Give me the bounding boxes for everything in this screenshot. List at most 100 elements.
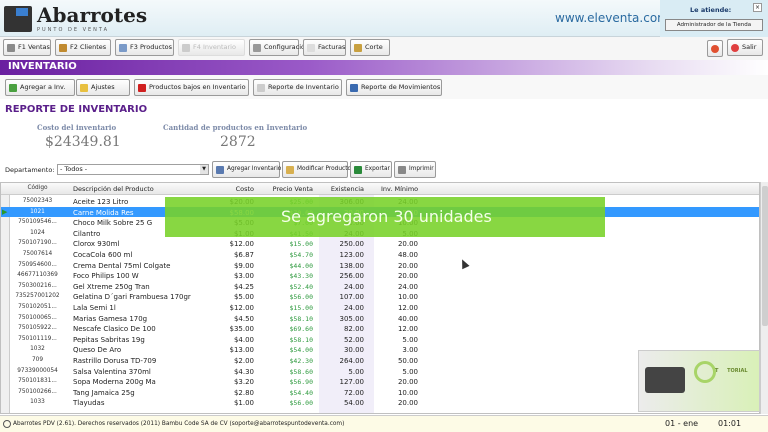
cell-desc: Aceite 123 Litro <box>73 198 129 206</box>
action-button-1[interactable]: Ajustes <box>76 79 130 96</box>
nav-label: F1 Ventas <box>18 43 50 51</box>
cell-ex: 138.00 <box>339 261 365 270</box>
report-button-modificar-producto[interactable]: Modificar Producto <box>282 161 351 178</box>
cell-price: $56.00 <box>289 399 313 408</box>
cell-price: $54.70 <box>289 251 313 259</box>
cell-min: 20.00 <box>397 261 418 270</box>
cell-cost: $2.80 <box>233 388 254 397</box>
nav-button-f1-ventas[interactable]: F1 Ventas <box>3 39 51 56</box>
cell-cost: $35.00 <box>229 325 255 334</box>
chevron-down-icon[interactable]: ▼ <box>200 165 208 174</box>
cell-price: $44.00 <box>289 261 313 270</box>
cell-min: 48.00 <box>397 251 418 259</box>
help-button[interactable] <box>707 40 723 57</box>
cell-ex: 264.00 <box>339 357 365 365</box>
cell-price: $58.60 <box>289 367 313 376</box>
nav-label: F4 Inventario <box>193 43 236 51</box>
table-row[interactable]: 735257001202 Gelatina D´gari Frambuesa 17… <box>1 291 759 302</box>
col-header-existence[interactable]: Existencia <box>319 185 364 193</box>
scrollbar-thumb[interactable] <box>762 186 768 326</box>
action-button-0[interactable]: Agregar a Inv. <box>5 79 75 96</box>
cost-label: Costo del inventario <box>37 123 117 132</box>
close-icon[interactable]: × <box>753 3 762 12</box>
table-row[interactable]: 46677110369 Foco Philips 100 W $3.00 $43.30… <box>1 270 759 281</box>
cell-desc: Gelatina D´gari Frambuesa 170gr <box>73 293 191 302</box>
table-row[interactable]: 750102051... Lala Semi 1l $12.00 $15.00 24.0… <box>1 302 759 313</box>
app-name: Abarrotes <box>37 3 148 27</box>
table-row[interactable]: 75007614 CocaCola 600 ml $6.87 $54.70 123.00… <box>1 249 759 260</box>
cell-ex: 256.00 <box>339 272 365 281</box>
report-button-agregar-inventario[interactable]: Agregar Inventario <box>212 161 282 178</box>
cell-code: 750109546... <box>18 219 57 226</box>
report-button-imprimir[interactable]: Imprimir <box>394 161 436 178</box>
cell-cost: $3.00 <box>233 272 254 281</box>
cell-ex: 72.00 <box>343 388 364 397</box>
website-link[interactable]: www.eleventa.com <box>555 11 669 25</box>
department-select[interactable]: - Todos - ▼ <box>57 164 209 175</box>
cell-code: 750300216... <box>18 282 57 289</box>
watermark-label: TORIAL <box>727 368 748 374</box>
cell-cost: $13.00 <box>229 346 255 355</box>
main-nav: F1 Ventas F2 Clientes F3 Productos F4 Inven… <box>0 37 768 60</box>
cell-code: 750107190... <box>18 240 57 247</box>
cell-ex: 250.00 <box>339 240 365 249</box>
section-title: INVENTARIO <box>8 61 77 72</box>
action-icon <box>80 84 88 92</box>
action-label: Agregar a Inv. <box>20 83 66 91</box>
cell-price: $15.00 <box>289 304 313 312</box>
nav-button-configuraci-n[interactable]: Configuración <box>249 39 309 56</box>
cell-cost: $4.00 <box>233 335 254 344</box>
cell-code: 1021 <box>30 208 45 215</box>
report-button-icon <box>286 166 294 174</box>
report-button-exportar[interactable]: Exportar <box>350 161 392 178</box>
cell-desc: Nescafe Clasico De 100 <box>73 325 156 334</box>
action-button-2[interactable]: Productos bajos en Inventario <box>134 79 249 96</box>
table-row[interactable]: 750107190... Clorox 930ml $12.00 $15.00 250.… <box>1 238 759 249</box>
nav-label: Facturas <box>318 43 346 51</box>
nav-button-f4-inventario[interactable]: F4 Inventario <box>178 39 245 56</box>
inventory-toolbar: Agregar a Inv. Ajustes Productos bajos en … <box>0 75 768 99</box>
table-row[interactable]: 750300216... Gel Xtreme 250g Tran $4.25 $52… <box>1 281 759 292</box>
nav-button-f2-clientes[interactable]: F2 Clientes <box>55 39 111 56</box>
table-row[interactable]: 750101119... Pepitas Sabritas 19g $4.00 $58… <box>1 334 759 345</box>
cell-cost: $4.25 <box>233 282 254 291</box>
nav-button-corte[interactable]: Corte <box>350 39 390 56</box>
col-header-description[interactable]: Descripción del Producto <box>73 185 154 193</box>
cell-code: 750100065... <box>18 314 57 321</box>
action-button-4[interactable]: Reporte de Movimientos <box>346 79 442 96</box>
cell-code: 75002343 <box>22 198 53 204</box>
cell-code: 1032 <box>30 346 45 353</box>
col-header-cost[interactable]: Costo <box>206 185 254 193</box>
cell-ex: 54.00 <box>343 399 364 408</box>
table-row[interactable]: 750954600... Crema Dental 75ml Colgate $9.… <box>1 260 759 271</box>
cell-min: 20.00 <box>397 272 418 281</box>
exit-button[interactable]: Salir <box>727 39 763 56</box>
action-button-3[interactable]: Reporte de Inventario <box>253 79 342 96</box>
cell-min: 20.00 <box>397 399 418 408</box>
video-camera-icon <box>645 367 685 393</box>
nav-button-f3-productos[interactable]: F3 Productos <box>115 39 174 56</box>
action-label: Productos bajos en Inventario <box>149 83 246 91</box>
cell-code: 750954600... <box>18 261 57 268</box>
cell-desc: Carne Molida Res <box>73 208 134 217</box>
attendant-panel: Le atiende: × Administrador de la Tienda <box>660 0 768 37</box>
cell-code: 750100266... <box>18 388 57 395</box>
nav-button-facturas[interactable]: Facturas <box>303 39 346 56</box>
vertical-scrollbar[interactable] <box>760 182 768 414</box>
cell-price: $43.30 <box>289 272 313 281</box>
status-bar: Abarrotes PDV (2.61). Derechos reservado… <box>0 415 768 432</box>
table-row[interactable]: 750100065... Marias Gamesa 170g $4.50 $58.1… <box>1 313 759 324</box>
attendant-user-button[interactable]: Administrador de la Tienda <box>665 19 763 31</box>
status-time: 01:01 <box>718 419 742 428</box>
tutorial-watermark: T TORIAL <box>638 350 760 412</box>
cell-min: 3.00 <box>402 346 418 355</box>
col-header-code[interactable]: Código <box>11 185 64 191</box>
cell-code: 750101831... <box>18 378 57 385</box>
table-row[interactable]: 750105922... Nescafe Clasico De 100 $35.00… <box>1 323 759 334</box>
cell-cost: $9.00 <box>233 261 254 270</box>
report-button-label: Agregar Inventario <box>227 166 282 172</box>
status-date: 01 - ene <box>665 419 699 428</box>
col-header-price[interactable]: Precio Venta <box>263 185 313 193</box>
col-header-min[interactable]: Inv. Mínimo <box>381 185 418 193</box>
cell-desc: Gel Xtreme 250g Tran <box>73 282 150 291</box>
